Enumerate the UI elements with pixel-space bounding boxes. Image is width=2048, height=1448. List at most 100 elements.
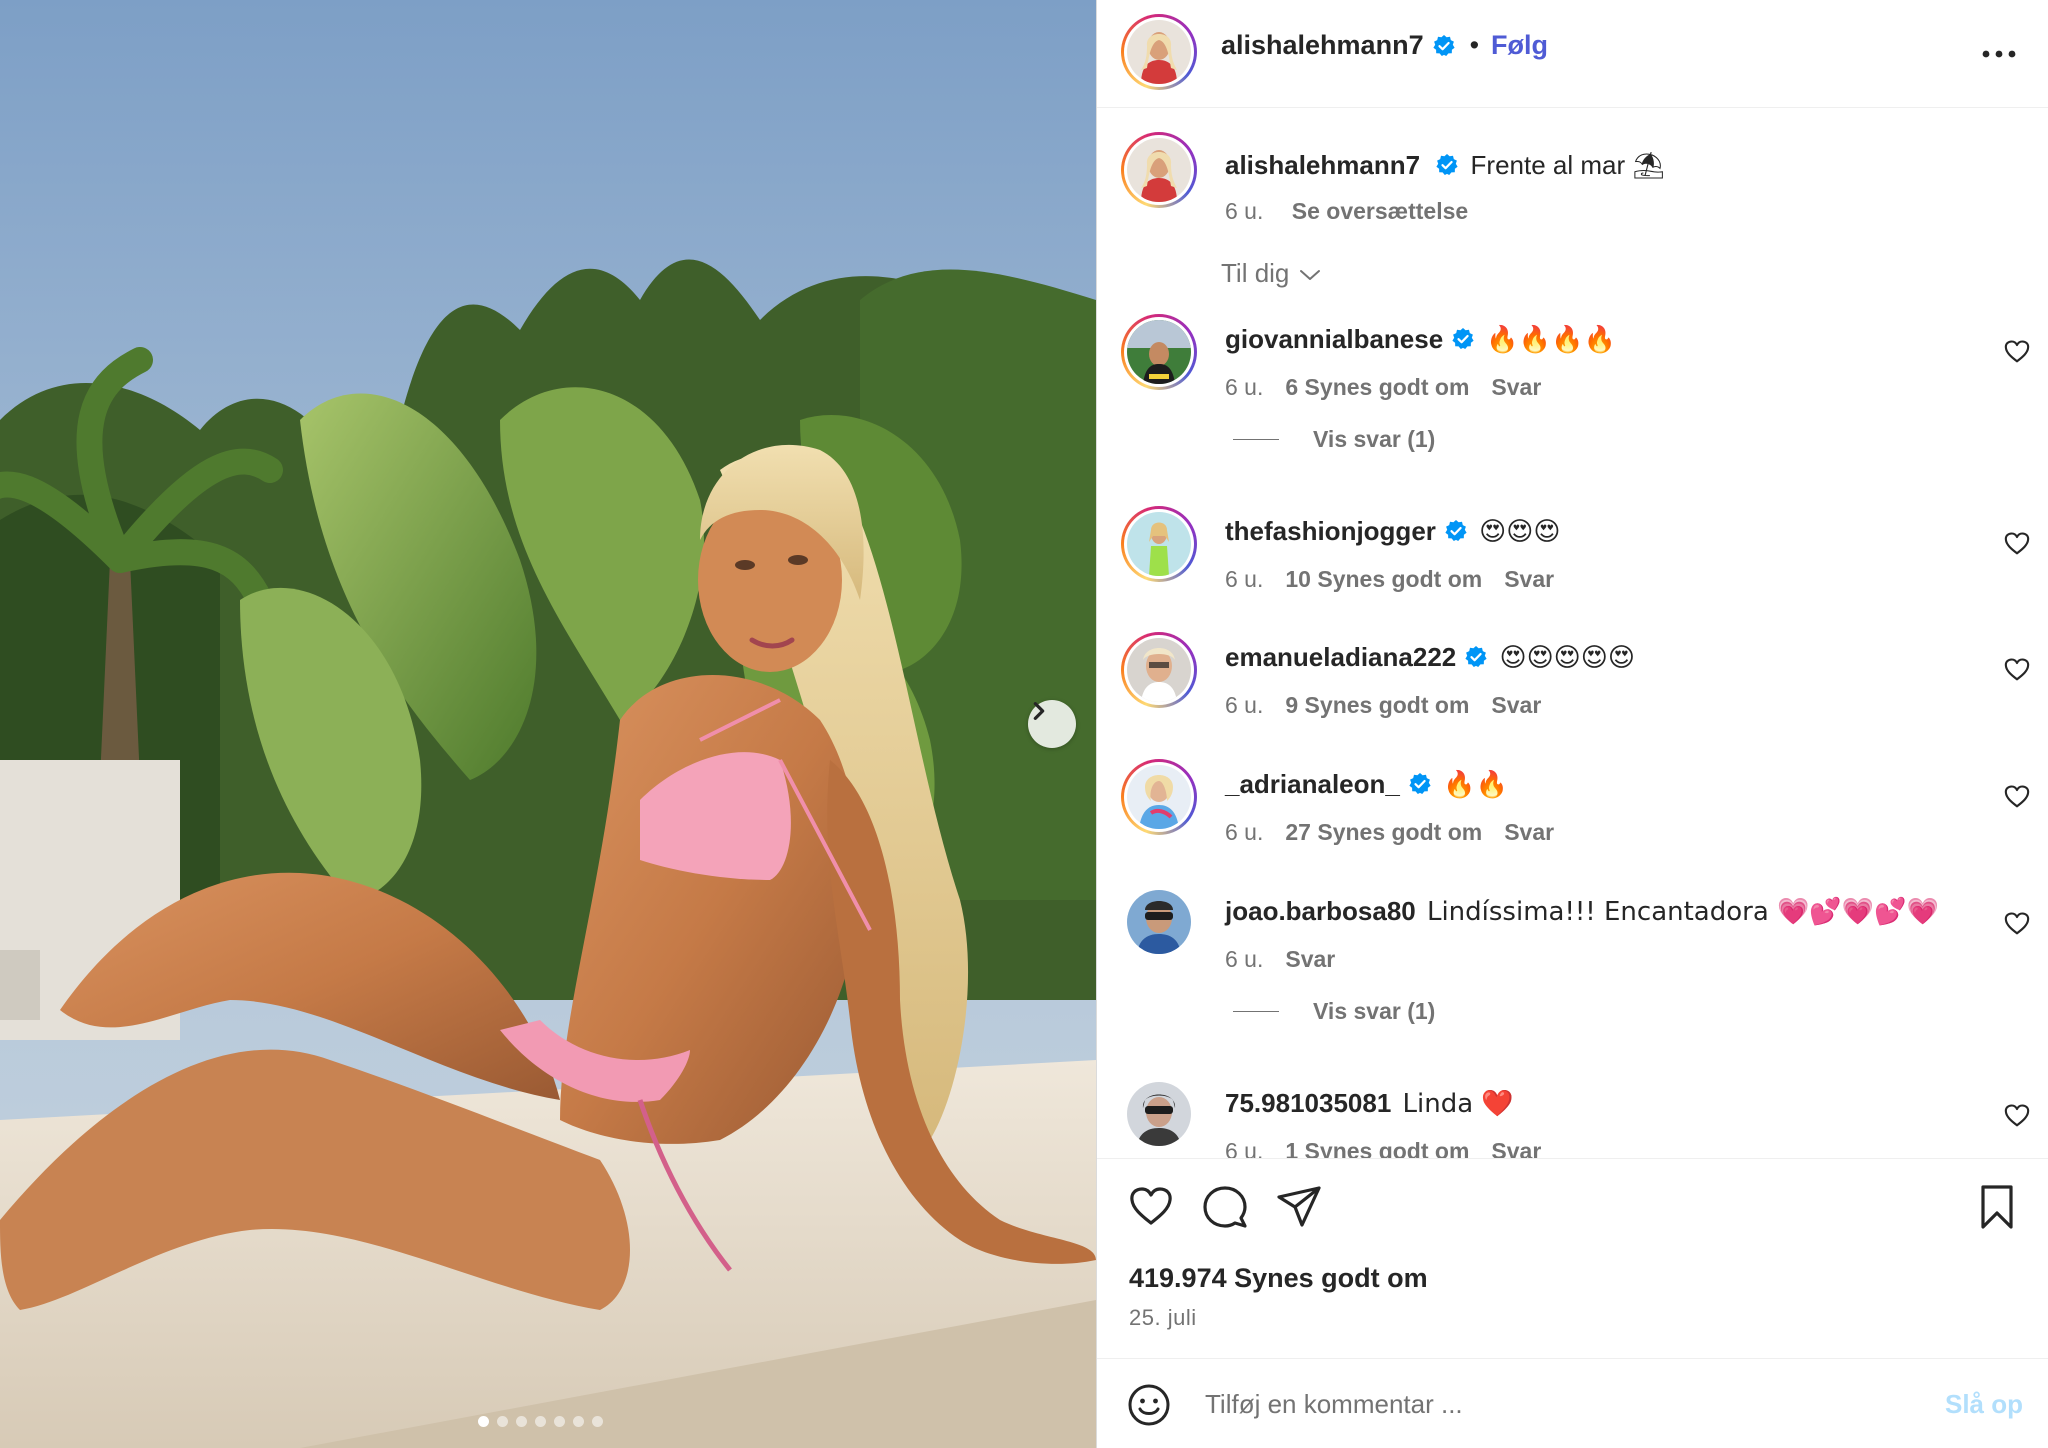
carousel-dot: [573, 1416, 584, 1427]
caption-author-avatar[interactable]: [1121, 132, 1197, 208]
more-icon: [1982, 45, 2016, 63]
comment-time[interactable]: 6 u.: [1225, 1138, 1263, 1158]
comment-likes[interactable]: 10 Synes godt om: [1285, 566, 1482, 592]
view-replies-label: Vis svar (1): [1313, 998, 1436, 1024]
commenter-avatar[interactable]: [1121, 314, 1197, 390]
caption-username[interactable]: alishalehmann7: [1225, 150, 1420, 180]
view-replies-button[interactable]: Vis svar (1): [1233, 426, 1435, 453]
comment-like-button[interactable]: [2003, 656, 2031, 684]
author-username[interactable]: alishalehmann7: [1221, 30, 1424, 61]
reply-button[interactable]: Svar: [1491, 1138, 1541, 1158]
more-options-button[interactable]: [1979, 34, 2019, 74]
verified-icon: [1435, 153, 1459, 177]
comment-likes[interactable]: 9 Synes godt om: [1285, 692, 1469, 718]
reply-button[interactable]: Svar: [1491, 374, 1541, 400]
verified-icon: [1464, 645, 1488, 669]
comment-like-button[interactable]: [2003, 338, 2031, 366]
comment-likes[interactable]: 6 Synes godt om: [1285, 374, 1469, 400]
heart-icon: [2003, 785, 2031, 815]
replies-divider: [1233, 439, 1279, 440]
post-caption: alishalehmann7 Frente al mar ⛱ 6 u. Se o…: [1097, 132, 2048, 242]
caption-time[interactable]: 6 u.: [1225, 198, 1263, 224]
comment-text: 😍😍😍: [1479, 517, 1561, 547]
heart-icon: [2003, 532, 2031, 562]
commenter-avatar[interactable]: [1121, 759, 1197, 835]
commenter-username[interactable]: emanueladiana222: [1225, 642, 1456, 672]
commenter-username[interactable]: joao.barbosa80: [1225, 896, 1416, 926]
heart-icon: [2003, 658, 2031, 688]
commenter-username[interactable]: thefashionjogger: [1225, 516, 1436, 546]
comment-row: joao.barbosa80 Lindíssima!!! Encantadora…: [1097, 886, 2048, 996]
verified-icon: [1432, 34, 1456, 58]
comment-row: 75.981035081 Linda ❤️ 6 u. 1 Synes godt o…: [1097, 1078, 2048, 1158]
carousel-dot: [478, 1416, 489, 1427]
comment-row: thefashionjogger 😍😍😍 6 u. 10 Synes godt o…: [1097, 506, 2048, 616]
comment-like-button[interactable]: [2003, 530, 2031, 558]
comment-text: Lindíssima!!! Encantadora 💗💕💗💕💗: [1426, 897, 1939, 927]
carousel-dot: [592, 1416, 603, 1427]
comment-likes[interactable]: 27 Synes godt om: [1285, 819, 1482, 845]
author-avatar[interactable]: [1121, 14, 1197, 90]
sort-label: Til dig: [1221, 258, 1290, 288]
carousel-dot: [516, 1416, 527, 1427]
reply-button[interactable]: Svar: [1285, 946, 1335, 972]
replies-divider: [1233, 1011, 1279, 1012]
post-side-panel: alishalehmann7 • Følg alishalehmann7 Fre…: [1096, 0, 2048, 1448]
commenter-avatar[interactable]: [1121, 632, 1197, 708]
view-replies-label: Vis svar (1): [1313, 426, 1436, 452]
post-comment-button[interactable]: Slå op: [1945, 1389, 2023, 1420]
commenter-avatar[interactable]: [1127, 890, 1191, 954]
comment-likes[interactable]: 1 Synes godt om: [1285, 1138, 1469, 1158]
verified-icon: [1444, 519, 1468, 543]
caption-text: Frente al mar: [1470, 150, 1626, 180]
comment-row: giovannialbanese 🔥🔥🔥🔥 6 u. 6 Synes godt o…: [1097, 314, 2048, 424]
comment-time[interactable]: 6 u.: [1225, 819, 1263, 845]
like-button[interactable]: [1127, 1183, 1175, 1231]
reply-button[interactable]: Svar: [1504, 566, 1554, 592]
heart-icon: [1127, 1187, 1175, 1235]
comment-time[interactable]: 6 u.: [1225, 692, 1263, 718]
share-button[interactable]: [1275, 1183, 1323, 1231]
likes-count[interactable]: 419.974 Synes godt om: [1129, 1263, 1428, 1294]
post-date[interactable]: 25. juli: [1129, 1305, 1197, 1331]
reply-button[interactable]: Svar: [1491, 692, 1541, 718]
comment-row: _adrianaleon_ 🔥🔥 6 u. 27 Synes godt om Sva…: [1097, 759, 2048, 869]
emoji-picker-button[interactable]: [1127, 1383, 1171, 1427]
comment-like-button[interactable]: [2003, 910, 2031, 938]
comment-time[interactable]: 6 u.: [1225, 374, 1263, 400]
comment-row: emanueladiana222 😍😍😍😍😍 6 u. 9 Synes godt …: [1097, 632, 2048, 742]
carousel-indicator: [478, 1416, 603, 1427]
commenter-username[interactable]: giovannialbanese: [1225, 324, 1443, 354]
comment-time[interactable]: 6 u.: [1225, 946, 1263, 972]
commenter-avatar[interactable]: [1127, 1082, 1191, 1146]
carousel-dot: [497, 1416, 508, 1427]
comment-composer: Slå op: [1097, 1358, 2048, 1448]
follow-button[interactable]: Følg: [1491, 30, 1548, 61]
verified-icon: [1408, 772, 1432, 796]
commenter-avatar[interactable]: [1121, 506, 1197, 582]
comment-icon: [1201, 1186, 1249, 1235]
comment-text: 😍😍😍😍😍: [1499, 643, 1635, 673]
comment-sort-dropdown[interactable]: Til dig: [1221, 258, 1321, 289]
comment-like-button[interactable]: [2003, 1102, 2031, 1130]
post-photo[interactable]: [0, 0, 1096, 1448]
next-image-button[interactable]: [1028, 700, 1076, 748]
carousel-dot: [554, 1416, 565, 1427]
reply-button[interactable]: Svar: [1504, 819, 1554, 845]
comment-button[interactable]: [1201, 1183, 1249, 1231]
comment-input[interactable]: [1205, 1381, 1845, 1427]
comment-like-button[interactable]: [2003, 783, 2031, 811]
comment-text: 🔥🔥🔥🔥: [1486, 325, 1616, 355]
save-button[interactable]: [1973, 1183, 2021, 1231]
comment-time[interactable]: 6 u.: [1225, 566, 1263, 592]
carousel-dot: [535, 1416, 546, 1427]
comments-list[interactable]: alishalehmann7 Frente al mar ⛱ 6 u. Se o…: [1097, 108, 2048, 1158]
post-actions: 419.974 Synes godt om 25. juli: [1097, 1158, 2048, 1358]
commenter-username[interactable]: 75.981035081: [1225, 1088, 1391, 1118]
commenter-username[interactable]: _adrianaleon_: [1225, 769, 1400, 799]
smiley-icon: [1127, 1384, 1171, 1431]
view-replies-button[interactable]: Vis svar (1): [1233, 998, 1435, 1025]
see-translation-link[interactable]: Se oversættelse: [1292, 198, 1468, 224]
heart-icon: [2003, 340, 2031, 370]
heart-icon: [2003, 1104, 2031, 1134]
